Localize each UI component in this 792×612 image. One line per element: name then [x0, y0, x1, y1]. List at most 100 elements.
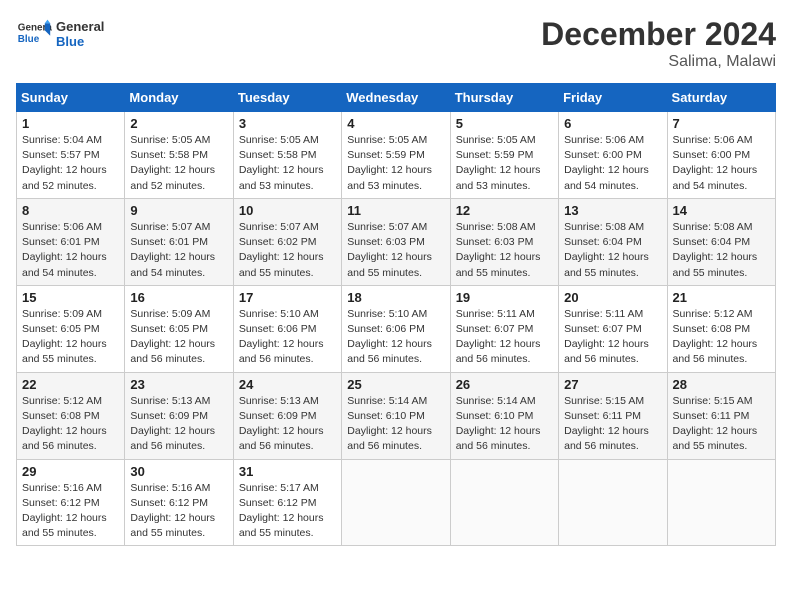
calendar-cell: 12 Sunrise: 5:08 AM Sunset: 6:03 PM Dayli… [450, 198, 558, 285]
calendar-cell: 2 Sunrise: 5:05 AM Sunset: 5:58 PM Daylig… [125, 112, 233, 199]
day-number: 24 [239, 377, 336, 392]
day-number: 5 [456, 116, 553, 131]
day-header-thursday: Thursday [450, 84, 558, 112]
calendar-cell: 7Sunrise: 5:06 AM Sunset: 6:00 PM Daylig… [667, 112, 775, 199]
day-number: 31 [239, 464, 336, 479]
calendar-cell: 6Sunrise: 5:06 AM Sunset: 6:00 PM Daylig… [559, 112, 667, 199]
day-header-saturday: Saturday [667, 84, 775, 112]
day-info: Sunrise: 5:11 AM Sunset: 6:07 PM Dayligh… [456, 307, 553, 368]
calendar-week-row: 8Sunrise: 5:06 AM Sunset: 6:01 PM Daylig… [17, 198, 776, 285]
page-header: General Blue General Blue December 2024 … [16, 16, 776, 71]
day-info: Sunrise: 5:10 AM Sunset: 6:06 PM Dayligh… [239, 307, 336, 368]
day-number: 12 [456, 203, 553, 218]
day-number: 26 [456, 377, 553, 392]
day-number: 9 [130, 203, 227, 218]
day-info: Sunrise: 5:13 AM Sunset: 6:09 PM Dayligh… [239, 394, 336, 455]
day-info: Sunrise: 5:14 AM Sunset: 6:10 PM Dayligh… [347, 394, 444, 455]
day-info: Sunrise: 5:08 AM Sunset: 6:04 PM Dayligh… [673, 220, 770, 281]
day-number: 17 [239, 290, 336, 305]
day-header-friday: Friday [559, 84, 667, 112]
logo-blue-text: Blue [56, 34, 104, 49]
calendar-cell: 31 Sunrise: 5:17 AM Sunset: 6:12 PM Dayli… [233, 459, 341, 546]
day-header-tuesday: Tuesday [233, 84, 341, 112]
calendar-week-row: 1Sunrise: 5:04 AM Sunset: 5:57 PM Daylig… [17, 112, 776, 199]
logo-general-text: General [56, 19, 104, 34]
calendar-cell: 23Sunrise: 5:13 AM Sunset: 6:09 PM Dayli… [125, 372, 233, 459]
day-info: Sunrise: 5:05 AM Sunset: 5:59 PM Dayligh… [456, 133, 553, 194]
calendar-cell: 4 Sunrise: 5:05 AM Sunset: 5:59 PM Daylig… [342, 112, 450, 199]
calendar-cell: 29 Sunrise: 5:16 AM Sunset: 6:12 PM Dayli… [17, 459, 125, 546]
calendar-cell: 15 Sunrise: 5:09 AM Sunset: 6:05 PM Dayli… [17, 285, 125, 372]
day-info: Sunrise: 5:06 AM Sunset: 6:00 PM Dayligh… [564, 133, 661, 194]
calendar-header-row: SundayMondayTuesdayWednesdayThursdayFrid… [17, 84, 776, 112]
day-info: Sunrise: 5:09 AM Sunset: 6:05 PM Dayligh… [22, 307, 119, 368]
day-number: 18 [347, 290, 444, 305]
day-number: 2 [130, 116, 227, 131]
day-number: 11 [347, 203, 444, 218]
calendar-week-row: 29 Sunrise: 5:16 AM Sunset: 6:12 PM Dayli… [17, 459, 776, 546]
day-info: Sunrise: 5:15 AM Sunset: 6:11 PM Dayligh… [564, 394, 661, 455]
day-info: Sunrise: 5:07 AM Sunset: 6:03 PM Dayligh… [347, 220, 444, 281]
day-number: 23 [130, 377, 227, 392]
day-header-monday: Monday [125, 84, 233, 112]
day-info: Sunrise: 5:07 AM Sunset: 6:02 PM Dayligh… [239, 220, 336, 281]
day-number: 3 [239, 116, 336, 131]
day-number: 8 [22, 203, 119, 218]
day-info: Sunrise: 5:09 AM Sunset: 6:05 PM Dayligh… [130, 307, 227, 368]
calendar-cell [450, 459, 558, 546]
calendar-cell: 30 Sunrise: 5:16 AM Sunset: 6:12 PM Dayli… [125, 459, 233, 546]
calendar-cell: 24 Sunrise: 5:13 AM Sunset: 6:09 PM Dayli… [233, 372, 341, 459]
day-number: 27 [564, 377, 661, 392]
day-header-wednesday: Wednesday [342, 84, 450, 112]
calendar-cell: 22Sunrise: 5:12 AM Sunset: 6:08 PM Dayli… [17, 372, 125, 459]
calendar-cell: 3 Sunrise: 5:05 AM Sunset: 5:58 PM Daylig… [233, 112, 341, 199]
day-info: Sunrise: 5:05 AM Sunset: 5:58 PM Dayligh… [239, 133, 336, 194]
day-info: Sunrise: 5:05 AM Sunset: 5:58 PM Dayligh… [130, 133, 227, 194]
day-number: 4 [347, 116, 444, 131]
calendar-cell: 28 Sunrise: 5:15 AM Sunset: 6:11 PM Dayli… [667, 372, 775, 459]
calendar-table: SundayMondayTuesdayWednesdayThursdayFrid… [16, 83, 776, 546]
day-number: 29 [22, 464, 119, 479]
day-number: 20 [564, 290, 661, 305]
calendar-cell: 9 Sunrise: 5:07 AM Sunset: 6:01 PM Daylig… [125, 198, 233, 285]
day-info: Sunrise: 5:17 AM Sunset: 6:12 PM Dayligh… [239, 481, 336, 542]
day-number: 13 [564, 203, 661, 218]
day-info: Sunrise: 5:10 AM Sunset: 6:06 PM Dayligh… [347, 307, 444, 368]
day-number: 10 [239, 203, 336, 218]
day-number: 28 [673, 377, 770, 392]
calendar-cell: 13Sunrise: 5:08 AM Sunset: 6:04 PM Dayli… [559, 198, 667, 285]
day-number: 15 [22, 290, 119, 305]
calendar-cell: 26 Sunrise: 5:14 AM Sunset: 6:10 PM Dayli… [450, 372, 558, 459]
svg-text:Blue: Blue [18, 34, 40, 45]
day-info: Sunrise: 5:16 AM Sunset: 6:12 PM Dayligh… [130, 481, 227, 542]
day-info: Sunrise: 5:14 AM Sunset: 6:10 PM Dayligh… [456, 394, 553, 455]
day-info: Sunrise: 5:15 AM Sunset: 6:11 PM Dayligh… [673, 394, 770, 455]
day-number: 30 [130, 464, 227, 479]
calendar-cell [559, 459, 667, 546]
day-info: Sunrise: 5:16 AM Sunset: 6:12 PM Dayligh… [22, 481, 119, 542]
calendar-cell: 8Sunrise: 5:06 AM Sunset: 6:01 PM Daylig… [17, 198, 125, 285]
day-info: Sunrise: 5:07 AM Sunset: 6:01 PM Dayligh… [130, 220, 227, 281]
calendar-cell: 16Sunrise: 5:09 AM Sunset: 6:05 PM Dayli… [125, 285, 233, 372]
calendar-cell: 21Sunrise: 5:12 AM Sunset: 6:08 PM Dayli… [667, 285, 775, 372]
calendar-cell: 25 Sunrise: 5:14 AM Sunset: 6:10 PM Dayli… [342, 372, 450, 459]
calendar-cell: 1Sunrise: 5:04 AM Sunset: 5:57 PM Daylig… [17, 112, 125, 199]
calendar-cell [342, 459, 450, 546]
logo-icon: General Blue [16, 16, 52, 52]
calendar-cell: 14Sunrise: 5:08 AM Sunset: 6:04 PM Dayli… [667, 198, 775, 285]
day-info: Sunrise: 5:12 AM Sunset: 6:08 PM Dayligh… [22, 394, 119, 455]
calendar-cell: 10 Sunrise: 5:07 AM Sunset: 6:02 PM Dayli… [233, 198, 341, 285]
calendar-cell: 19 Sunrise: 5:11 AM Sunset: 6:07 PM Dayli… [450, 285, 558, 372]
day-info: Sunrise: 5:08 AM Sunset: 6:03 PM Dayligh… [456, 220, 553, 281]
day-number: 19 [456, 290, 553, 305]
day-number: 25 [347, 377, 444, 392]
day-number: 1 [22, 116, 119, 131]
day-info: Sunrise: 5:11 AM Sunset: 6:07 PM Dayligh… [564, 307, 661, 368]
day-info: Sunrise: 5:05 AM Sunset: 5:59 PM Dayligh… [347, 133, 444, 194]
title-block: December 2024 Salima, Malawi [541, 16, 776, 71]
calendar-cell: 18 Sunrise: 5:10 AM Sunset: 6:06 PM Dayli… [342, 285, 450, 372]
calendar-cell: 20 Sunrise: 5:11 AM Sunset: 6:07 PM Dayli… [559, 285, 667, 372]
day-number: 7 [673, 116, 770, 131]
logo: General Blue General Blue [16, 16, 104, 52]
month-title: December 2024 [541, 16, 776, 53]
